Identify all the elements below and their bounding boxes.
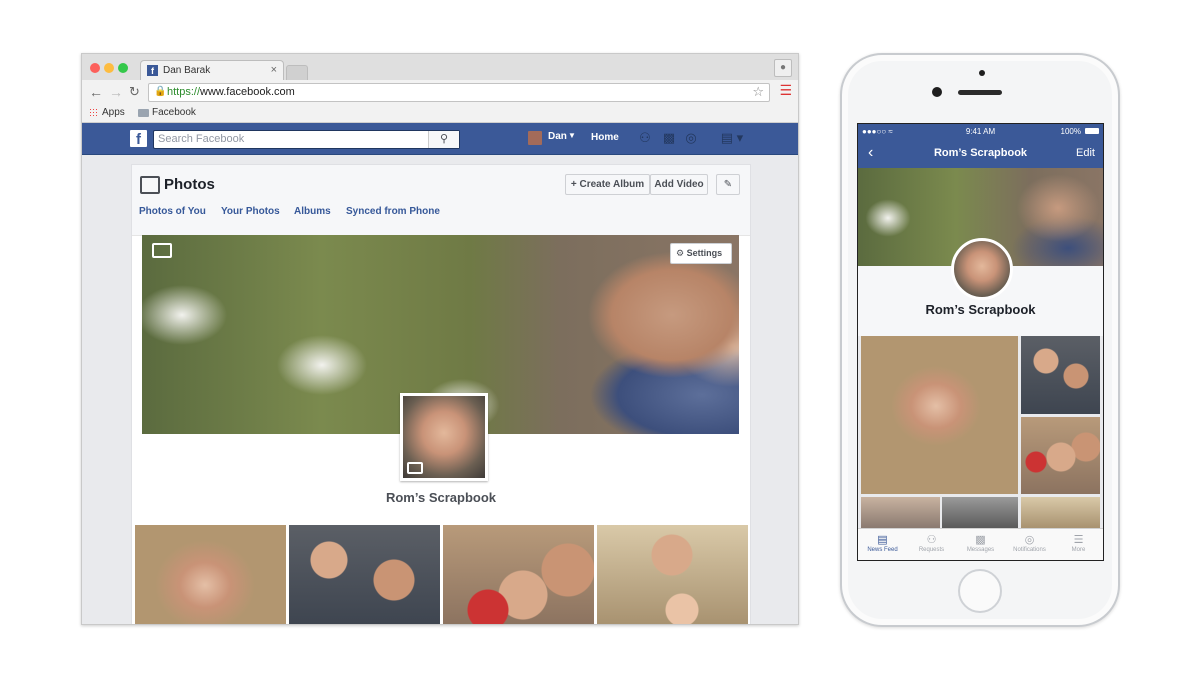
browser-tab[interactable]: f Dan Barak × <box>140 60 284 81</box>
facebook-favicon-icon: f <box>147 65 158 76</box>
browser-tab-strip: f Dan Barak × ● <box>82 54 798 81</box>
new-tab-button[interactable] <box>286 65 308 80</box>
tab-photos-of-you[interactable]: Photos of You <box>139 206 206 217</box>
back-arrow-icon[interactable]: ← <box>89 84 103 100</box>
tab-synced-from-phone[interactable]: Synced from Phone <box>346 206 440 217</box>
bookmark-facebook[interactable]: Facebook <box>152 107 196 118</box>
edit-pencil-icon[interactable]: ✎ <box>716 174 740 195</box>
messages-icon[interactable]: ▩ <box>662 131 676 145</box>
messages-icon[interactable]: ▩ <box>956 533 1005 546</box>
photo-thumbnail[interactable] <box>1021 497 1100 528</box>
url-host: www.facebook.com <box>200 86 295 98</box>
search-placeholder: Search Facebook <box>158 133 245 145</box>
folder-icon <box>138 109 149 117</box>
phone-nav-bar: ‹ Rom’s Scrapbook Edit <box>858 140 1103 168</box>
photo-thumbnail[interactable] <box>443 525 594 624</box>
page-title: Photos <box>164 176 215 193</box>
search-facebook-input[interactable]: Search Facebook ⚲ <box>153 130 460 149</box>
friend-requests-icon[interactable]: ⚇ <box>638 131 652 145</box>
user-name-link[interactable]: Dan <box>548 131 567 142</box>
tab-more[interactable]: More <box>1054 547 1103 553</box>
album-title: Rom’s Scrapbook <box>385 490 497 505</box>
camera-icon[interactable] <box>407 462 423 474</box>
phone-status-bar: ●●●○○ ≈ 9:41 AM 100% <box>858 124 1103 140</box>
photo-thumbnail[interactable] <box>289 525 440 624</box>
settings-button[interactable]: ⚙ Settings <box>670 243 732 264</box>
photos-panel: Photos + Create Album Add Video ✎ Photos… <box>131 164 751 624</box>
tab-requests[interactable]: Requests <box>907 547 956 553</box>
battery-icon <box>1085 128 1099 134</box>
more-menu-icon[interactable]: ☰ <box>1054 533 1103 546</box>
forward-arrow-icon[interactable]: → <box>109 84 123 100</box>
phone-tab-bar: ▤ News Feed ⚇ Requests ▩ Messages ◎ Noti… <box>858 528 1103 560</box>
photo-thumbnail[interactable] <box>135 525 286 624</box>
bookmark-apps[interactable]: Apps <box>102 107 125 118</box>
iphone-device: ●●●○○ ≈ 9:41 AM 100% ‹ Rom’s Scrapbook E… <box>840 53 1120 627</box>
edit-button[interactable]: Edit <box>1076 147 1095 159</box>
photo-thumbnail[interactable] <box>1021 336 1100 414</box>
zoom-window-button[interactable] <box>118 63 128 73</box>
bookmarks-bar: Apps Facebook <box>82 104 798 123</box>
create-album-button[interactable]: + Create Album <box>565 174 650 195</box>
address-bar[interactable]: 🔒 https://www.facebook.com ☆ <box>148 83 770 102</box>
photo-thumbnail[interactable] <box>861 336 1018 494</box>
photo-thumbnail[interactable] <box>1021 417 1100 494</box>
lock-icon: 🔒 <box>154 86 167 97</box>
photo-thumbnail[interactable] <box>861 497 940 528</box>
facebook-logo-icon[interactable]: f <box>130 130 147 148</box>
settings-label: Settings <box>686 248 723 258</box>
news-feed-icon[interactable]: ▤ <box>858 533 907 546</box>
minimize-window-button[interactable] <box>104 63 114 73</box>
reload-icon[interactable]: ↻ <box>129 84 140 100</box>
tab-albums[interactable]: Albums <box>294 206 331 217</box>
account-settings-icon[interactable]: ▤ ▾ <box>718 131 746 145</box>
search-icon[interactable]: ⚲ <box>428 131 459 148</box>
chevron-down-icon[interactable]: ▼ <box>568 131 576 140</box>
add-video-button[interactable]: Add Video <box>650 174 708 195</box>
facebook-top-bar: f Search Facebook ⚲ Dan ▼ Home ⚇ ▩ ◎ ▤ ▾ <box>82 123 798 155</box>
browser-window: f Dan Barak × ● ← → ↻ 🔒 https://www.face… <box>81 53 799 625</box>
album-profile-photo[interactable] <box>400 393 488 481</box>
browser-toolbar: ← → ↻ 🔒 https://www.facebook.com ☆ ☰ <box>82 80 798 104</box>
album-title: Rom’s Scrapbook <box>925 302 1036 317</box>
front-sensor <box>979 70 985 76</box>
battery-percent: 100% <box>1060 127 1081 136</box>
tab-close-icon[interactable]: × <box>271 64 277 76</box>
bookmark-star-icon[interactable]: ☆ <box>752 84 764 100</box>
home-link[interactable]: Home <box>591 132 619 143</box>
album-profile-photo[interactable] <box>951 238 1013 300</box>
gear-icon: ⚙ <box>676 248 685 258</box>
photo-thumbnail[interactable] <box>597 525 748 624</box>
close-window-button[interactable] <box>90 63 100 73</box>
tab-messages[interactable]: Messages <box>956 547 1005 553</box>
notifications-globe-icon[interactable]: ◎ <box>1005 533 1054 546</box>
notifications-globe-icon[interactable]: ◎ <box>684 131 698 145</box>
photo-thumbnail[interactable] <box>942 497 1018 528</box>
requests-icon[interactable]: ⚇ <box>907 533 956 546</box>
front-camera <box>932 87 942 97</box>
user-avatar[interactable] <box>528 131 542 145</box>
nav-title: Rom’s Scrapbook <box>933 147 1028 159</box>
apps-grid-icon <box>89 108 98 117</box>
menu-hamburger-icon[interactable]: ☰ <box>779 82 792 99</box>
camera-icon[interactable] <box>152 243 172 258</box>
tab-your-photos[interactable]: Your Photos <box>221 206 280 217</box>
tab-news-feed[interactable]: News Feed <box>858 547 907 553</box>
url-scheme: https:// <box>167 86 201 98</box>
photos-icon <box>140 176 160 194</box>
photos-header: Photos + Create Album Add Video ✎ Photos… <box>132 165 750 236</box>
tab-notifications[interactable]: Notifications <box>1005 547 1054 553</box>
phone-screen: ●●●○○ ≈ 9:41 AM 100% ‹ Rom’s Scrapbook E… <box>857 123 1104 561</box>
user-profile-icon[interactable]: ● <box>774 59 792 77</box>
home-button[interactable] <box>958 569 1002 613</box>
tab-title: Dan Barak <box>163 65 211 76</box>
earpiece-speaker <box>958 90 1002 95</box>
